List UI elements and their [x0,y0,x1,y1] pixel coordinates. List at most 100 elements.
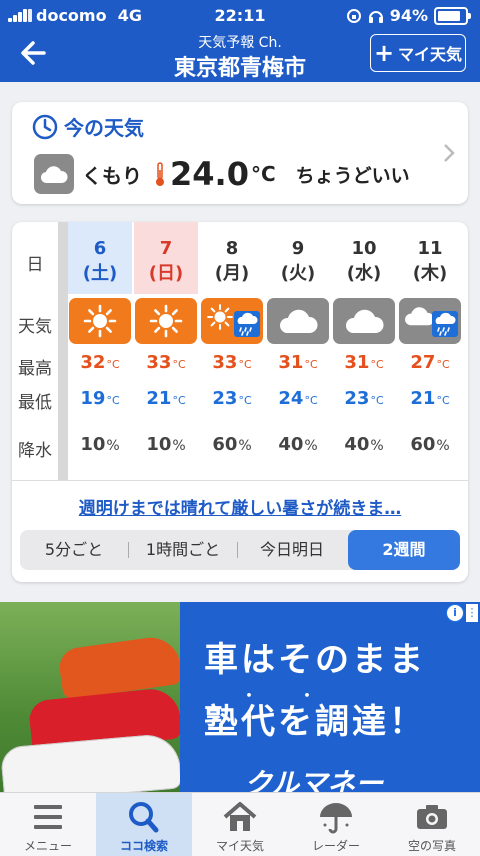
nav-sky-photos[interactable]: 空の写真 [384,793,480,856]
search-icon [129,802,159,833]
cloudy-then-rain-icon [399,298,461,344]
forecast-bottom-divider [12,480,468,481]
forecast-high-value: 33 [212,352,238,373]
forecast-rain: 40% [332,434,396,455]
nav-my-weather-label: マイ天気 [215,839,264,853]
row-label-weather: 天気 [18,317,52,337]
forecast-high-value: 32 [80,352,106,373]
tab-5min[interactable]: 5分ごと [20,530,128,570]
ad-info-icon[interactable]: i [446,604,464,622]
current-weather-card[interactable]: 今の天気 くもり 24.0 °C ちょうどいい [12,102,468,204]
forecast-high-value: 33 [146,352,172,373]
forecast-low: 23°C [332,388,396,409]
chevron-right-icon [442,142,456,170]
forecast-date: 7 [159,238,173,259]
forecast-weekday: (水) [346,263,382,284]
forecast-high: 31°C [332,352,396,373]
forecast-low: 21°C [134,388,198,409]
forecast-low-value: 23 [344,388,370,409]
battery-icon [434,6,471,25]
forecast-date: 11 [417,238,443,259]
forecast-day-column[interactable]: 10 (水) 31°C 23°C 40% [332,222,398,480]
cloudy-icon [267,298,329,344]
temp-unit: °C [106,358,120,371]
forecast-day-column[interactable]: 7 (日) 33°C 21°C 10% [134,222,200,480]
headphones-icon [368,10,383,23]
umbrella-icon [320,803,352,834]
tab-2weeks[interactable]: 2週間 [348,530,460,570]
forecast-day-header: 11 (木) [398,222,462,294]
cloudy-icon [34,154,74,194]
rain-unit: % [370,438,384,454]
forecast-day-column[interactable]: 9 (火) 31°C 24°C 40% [266,222,332,480]
current-weather-row: くもり 24.0 °C ちょうどいい [34,154,410,194]
current-temperature: 24.0 [170,155,249,193]
forecast-divider [58,222,68,480]
nav-sky-photos-label: 空の写真 [407,839,456,853]
row-label-day: 日 [26,255,44,275]
advertisement-banner[interactable]: 車はそのまま ・・ 塾代を調達！ クルマネー i ⋮ [0,602,480,792]
ad-text-panel: 車はそのまま ・・ 塾代を調達！ クルマネー [180,602,480,792]
temp-unit: °C [238,358,252,371]
forecast-weekday: (月) [214,263,250,284]
forecast-low-value: 24 [278,388,304,409]
forecast-rain-value: 10 [80,434,106,455]
forecast-rain: 60% [200,434,264,455]
forecast-high: 27°C [398,352,462,373]
temp-unit: °C [370,358,384,371]
menu-icon [34,805,62,829]
cloudy-icon [333,298,395,344]
battery-percent: 94% [389,6,428,25]
forecast-high: 33°C [200,352,264,373]
forecast-low-value: 23 [212,388,238,409]
nav-search[interactable]: ココ検索 [96,793,192,856]
forecast-summary-link[interactable]: 週明けまでは晴れて厳しい暑さが続きま… [12,494,468,519]
forecast-high: 32°C [68,352,132,373]
temp-unit: °C [436,358,450,371]
add-my-weather-button[interactable]: + マイ天気 [370,34,466,72]
forecast-low: 19°C [68,388,132,409]
forecast-day-header: 9 (火) [266,222,330,294]
ad-image-cars [0,602,183,792]
camera-icon [417,805,447,829]
row-label-rain: 降水 [18,441,52,461]
forecast-weekday: (日) [148,263,184,284]
tab-today-tomorrow[interactable]: 今日明日 [238,530,346,570]
home-icon [223,802,257,831]
forecast-rain-value: 40 [344,434,370,455]
row-label-low: 最低 [18,393,52,413]
forecast-day-column[interactable]: 11 (木) 27°C 21°C 60% [398,222,464,480]
nav-my-weather[interactable]: マイ天気 [192,793,288,856]
forecast-day-header: 8 (月) [200,222,264,294]
forecast-rain-value: 10 [146,434,172,455]
tab-hourly[interactable]: 1時間ごと [129,530,237,570]
sunny-then-rain-icon [201,298,263,344]
current-weather-title: 今の天気 [64,116,144,140]
temp-unit: °C [172,358,186,371]
forecast-high: 33°C [134,352,198,373]
forecast-rain: 60% [398,434,462,455]
nav-search-label: ココ検索 [119,839,168,853]
forecast-date: 9 [291,238,305,259]
forecast-rain: 10% [134,434,198,455]
forecast-day-column[interactable]: 8 (月) 33°C 23°C 60% [200,222,266,480]
forecast-low: 23°C [200,388,264,409]
nav-radar[interactable]: レーダー [288,793,384,856]
forecast-range-tabs: 5分ごと 1時間ごと 今日明日 2週間 [20,530,460,570]
nav-radar-label: レーダー [311,839,360,853]
nav-menu[interactable]: メニュー [0,793,96,856]
forecast-low-value: 21 [146,388,172,409]
forecast-rain: 10% [68,434,132,455]
sunny-icon [135,298,197,344]
forecast-card: 日 天気 最高 最低 降水 6 (土) 32°C 19°C 10% 7 (日) 33°C 21°… [12,222,468,582]
temp-unit: °C [172,394,186,407]
forecast-weekday: (木) [412,263,448,284]
temp-unit: °C [304,358,318,371]
app-header: 天気予報 Ch. 東京都青梅市 + マイ天気 [0,30,480,82]
ad-close-icon[interactable]: ⋮ [466,604,478,622]
status-right: 94% [346,6,471,25]
forecast-rain: 40% [266,434,330,455]
rotation-lock-icon [346,8,361,23]
ad-brand-logo: クルマネー [244,767,384,792]
forecast-day-column[interactable]: 6 (土) 32°C 19°C 10% [68,222,134,480]
